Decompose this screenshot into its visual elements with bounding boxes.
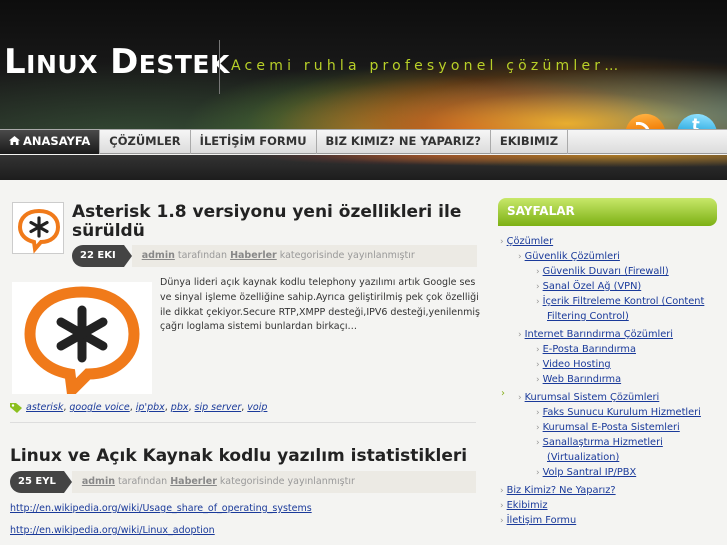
arrow-icon: › [536,267,540,277]
header-decorative-strip [0,155,727,180]
post-divider [10,422,476,423]
site-header: LINUX DESTEK Acemi ruhla profesyonel çöz… [0,0,727,137]
nav-item-label: ANASAYFA [23,134,91,148]
sidebar-item[interactable]: › Biz Kimiz? Ne Yaparız? [500,485,616,496]
by-text: tarafından [177,250,228,261]
sidebar-item-continued[interactable]: (Virtualization) [547,452,619,463]
main-content: Asterisk 1.8 versiyonu yeni özellikleri … [0,180,490,545]
sidebar-item[interactable]: › E-Posta Barındırma [536,344,636,355]
arrow-icon: › [518,393,522,403]
logo-rest-inux: INUX [26,50,98,79]
external-link[interactable]: http://en.wikipedia.org/wiki/Usage_share… [10,503,312,514]
logo-rest-estek: ESTEK [138,50,230,79]
sidebar-item-continued[interactable]: Filtering Control) [547,311,629,322]
sidebar-item[interactable]: › Faks Sunucu Kurulum Hizmetleri [536,407,701,418]
post-title[interactable]: Asterisk 1.8 versiyonu yeni özellikleri … [72,203,477,241]
site-logo[interactable]: LINUX DESTEK [4,42,230,82]
arrow-icon: › [518,252,522,262]
sidebar-item[interactable]: › Internet Barındırma Çözümleri [518,329,673,340]
arrow-icon: › [536,345,540,355]
tag-link[interactable]: voip [247,402,267,413]
sidebar-item[interactable]: › Ekibimiz [500,500,548,511]
post-meta: 22 EKI admin tarafından Haberler kategor… [72,245,477,267]
sidebar-item[interactable]: › Sanallaştırma Hizmetleri [536,437,663,448]
sidebar-item[interactable]: › Volp Santral IP/PBX [536,467,636,478]
tag-link[interactable]: sip server [195,402,242,413]
arrow-icon: › [536,468,540,478]
arrow-icon: › [536,438,540,448]
arrow-icon: › [536,297,540,307]
sidebar: SAYFALAR › › Çözümler › Güvenlik Çözümleri… [496,198,727,545]
arrow-icon: › [536,375,540,385]
arrow-icon: › [500,486,504,496]
logo-initial-l: L [4,42,27,82]
sidebar-item[interactable]: › Güvenlik Duvarı (Firewall) [536,266,669,277]
author-link[interactable]: admin [142,250,175,261]
author-link[interactable]: admin [82,476,115,487]
nav-item-iletisim-formu[interactable]: İLETİŞİM FORMU [191,130,317,154]
arrow-icon: › [536,282,540,292]
tag-link[interactable]: ip'pbx [136,402,165,413]
asterisk-thumbnail-icon[interactable] [12,202,64,254]
tag-icon [10,403,22,413]
arrow-icon: › [500,237,504,247]
post-date-badge: 22 EKI [72,245,132,267]
asterisk-large-logo-icon [24,286,140,402]
arrow-icon: › [518,330,522,340]
site-tagline: Acemi ruhla profesyonel çözümler… [231,58,623,74]
sidebar-item[interactable]: › Kurumsal E-Posta Sistemleri [536,422,680,433]
chevron-right-icon: › [501,388,505,399]
main-nav: ANASAYFA ÇÖZÜMLER İLETİŞİM FORMU BIZ KIM… [0,129,727,154]
arrow-icon: › [500,516,504,526]
sidebar-item[interactable]: › Güvenlik Çözümleri [518,251,620,262]
category-suffix: kategorisinde yayınlanmıştır [219,476,355,487]
sidebar-item[interactable]: › Kurumsal Sistem Çözümleri [518,392,659,403]
sidebar-item[interactable]: › İçerik Filtreleme Kontrol (Content [536,296,704,307]
by-text: tarafından [118,476,168,487]
post-title[interactable]: Linux ve Açık Kaynak kodlu yazılım istat… [10,446,467,466]
category-link[interactable]: Haberler [230,250,277,261]
arrow-icon: › [536,423,540,433]
post-date-badge: 25 EYL [10,471,72,493]
arrow-icon: › [500,501,504,511]
post-meta-bar: admin tarafından Haberler kategorisinde … [131,245,477,267]
home-icon [9,136,20,145]
post-featured-image[interactable] [12,282,152,402]
post-excerpt: Dünya lideri açık kaynak kodlu telephony… [160,277,480,333]
nav-item-ekibimiz[interactable]: EKIBIMIZ [491,130,569,154]
post-meta-bar: admin tarafından Haberler kategorisinde … [71,471,476,493]
sidebar-item[interactable]: › Web Barındırma [536,374,621,385]
asterisk-logo-icon [17,208,61,254]
arrow-icon: › [536,408,540,418]
nav-item-biz-kimiz[interactable]: BIZ KIMIZ? NE YAPARIZ? [317,130,491,154]
category-link[interactable]: Haberler [170,476,217,487]
arrow-icon: › [536,360,540,370]
sidebar-item[interactable]: › Çözümler [500,236,553,247]
header-divider [219,40,220,94]
tag-link[interactable]: pbx [171,402,189,413]
nav-item-anasayfa[interactable]: ANASAYFA [0,130,101,154]
sidebar-item[interactable]: › İletişim Formu [500,515,576,526]
post-meta: 25 EYL admin tarafından Haberler kategor… [10,471,476,493]
external-link[interactable]: http://en.wikipedia.org/wiki/Linux_adopt… [10,525,215,536]
tag-link[interactable]: asterisk [26,402,63,413]
sidebar-item[interactable]: › Video Hosting [536,359,611,370]
nav-item-cozumler[interactable]: ÇÖZÜMLER [100,130,191,154]
tag-link[interactable]: google voice [69,402,129,413]
logo-initial-d: D [110,42,139,82]
category-suffix: kategorisinde yayınlanmıştır [279,250,415,261]
post-tags: asterisk, google voice, ip'pbx, pbx, sip… [10,402,267,413]
sidebar-item[interactable]: › Sanal Özel Ağ (VPN) [536,281,641,292]
sidebar-heading: SAYFALAR [498,198,717,226]
